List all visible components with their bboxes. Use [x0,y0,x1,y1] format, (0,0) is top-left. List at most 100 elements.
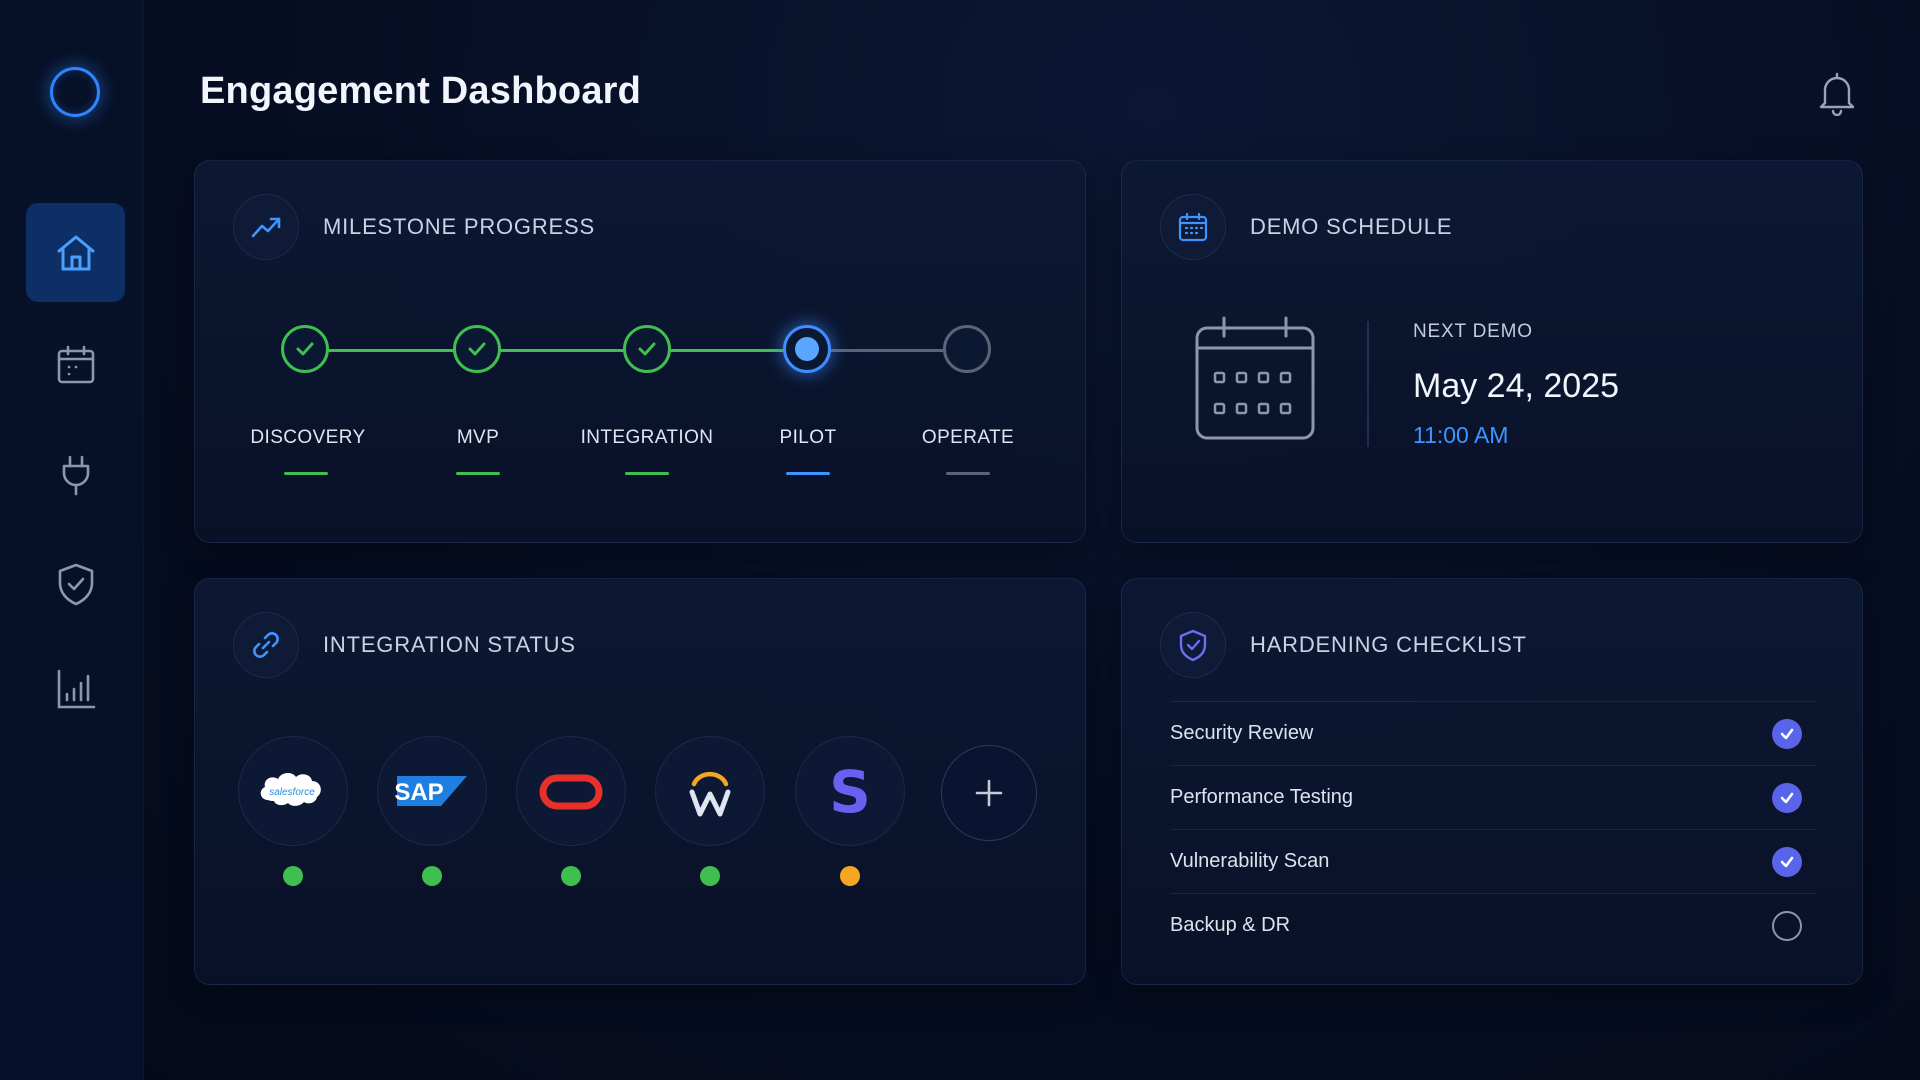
checkbox-checked[interactable] [1772,782,1802,813]
calendar-icon [1178,212,1208,242]
next-demo-label: NEXT DEMO [1413,321,1533,342]
sidebar [0,0,144,1080]
stage-underline [786,472,830,475]
sap-logo[interactable]: SAP [377,736,487,846]
calendar-illustration-icon [1195,316,1315,440]
integration-title: INTEGRATION STATUS [323,632,576,657]
workday-logo[interactable] [655,736,765,846]
checklist-item: Performance Testing [1170,765,1816,829]
stage-node-integration[interactable] [623,325,671,373]
stage-underline [284,472,328,475]
page-title: Engagement Dashboard [200,70,642,112]
oracle-logo[interactable] [516,736,626,846]
stage-node-pilot[interactable] [783,325,831,373]
svg-text:S: S [829,758,871,826]
salesforce-cloud-icon: salesforce [260,773,321,806]
add-integration-button[interactable] [941,745,1037,841]
bell-icon [1819,72,1855,117]
milestone-progress-card: MILESTONE PROGRESS DISCOVERY MVP INTEGRA… [194,160,1086,543]
bar-chart-icon [57,669,95,708]
stage-underline [946,472,990,475]
salesforce-logo[interactable]: salesforce [238,736,348,846]
demo-schedule-card: DEMO SCHEDULE NEXT DEMO May 24, 2025 11:… [1121,160,1863,543]
checklist-item-label: Performance Testing [1170,786,1354,808]
notifications-button[interactable] [1815,70,1859,117]
integration-workday[interactable] [655,736,765,886]
sidebar-item-security[interactable] [26,534,125,633]
stage-label: MVP [456,427,500,448]
integration-header: INTEGRATION STATUS [233,612,576,678]
hardening-checklist-card: HARDENING CHECKLIST Security Review Perf… [1121,578,1863,985]
home-icon [57,235,94,270]
checkbox-unchecked[interactable] [1772,910,1802,941]
current-stage-dot [795,337,819,361]
sap-logo-icon: SAP [394,776,467,806]
track-segment [477,349,647,352]
stripe-logo-icon: S [829,758,871,826]
stage-underline [625,472,669,475]
demo-title: DEMO SCHEDULE [1250,214,1453,239]
workday-logo-icon [689,771,731,817]
integration-oracle[interactable] [516,736,626,886]
shield-icon-badge [1160,612,1226,678]
stage-label: OPERATE [921,427,1015,448]
demo-divider [1367,321,1369,447]
status-dot-connected [561,866,581,886]
stage-label: PILOT [779,427,837,448]
stage-node-mvp[interactable] [453,325,501,373]
checklist-item: Security Review [1170,701,1816,765]
check-icon [296,342,314,356]
integration-status-card: INTEGRATION STATUS salesforce SAP S [194,578,1086,985]
integration-sap[interactable]: SAP [377,736,487,886]
integration-salesforce[interactable]: salesforce [238,736,348,886]
link-icon [253,632,279,658]
checkbox-checked[interactable] [1772,846,1802,877]
track-segment [305,349,477,352]
sidebar-item-calendar[interactable] [26,315,125,414]
plus-icon [975,779,1003,807]
shield-check-icon [1179,629,1207,662]
checklist-item-label: Backup & DR [1170,914,1291,936]
sidebar-item-analytics[interactable] [26,639,125,738]
status-dot-connected [422,866,442,886]
stage-label: INTEGRATION [580,427,714,448]
check-icon [638,342,656,356]
integration-stripe[interactable]: S [795,736,905,886]
logo-ring [50,67,100,117]
check-icon [1780,728,1794,739]
plug-icon [62,455,89,495]
oracle-logo-icon [539,774,603,810]
checkbox-checked[interactable] [1772,718,1802,749]
link-icon-badge [233,612,299,678]
stage-node-discovery[interactable] [281,325,329,373]
milestone-track: DISCOVERY MVP INTEGRATION PILOT OPERATE [195,161,1087,544]
calendar-icon [57,345,94,383]
checklist-item-label: Vulnerability Scan [1170,850,1330,872]
hardening-title: HARDENING CHECKLIST [1250,632,1527,657]
dashboard-app: Engagement Dashboard MILESTONE PROGRESS [0,0,1920,1080]
sidebar-item-integrations[interactable] [26,425,125,524]
stage-underline [456,472,500,475]
status-dot-connected [283,866,303,886]
next-demo-date: May 24, 2025 [1413,367,1620,405]
sidebar-item-home[interactable] [26,203,125,302]
calendar-icon-badge [1160,194,1226,260]
hardening-header: HARDENING CHECKLIST [1160,612,1527,678]
demo-header: DEMO SCHEDULE [1160,194,1452,260]
status-dot-pending [840,866,860,886]
stage-node-operate[interactable] [943,325,991,373]
checklist-item: Vulnerability Scan [1170,829,1816,893]
check-icon [1780,792,1794,803]
shield-check-icon [58,563,93,605]
check-icon [468,342,486,356]
stage-label: DISCOVERY [250,427,366,448]
svg-text:SAP: SAP [394,779,443,806]
checklist: Security Review Performance Testing Vuln… [1170,701,1816,957]
stripe-logo[interactable]: S [795,736,905,846]
status-dot-connected [700,866,720,886]
checklist-item-label: Security Review [1170,722,1314,744]
next-demo-time: 11:00 AM [1413,422,1509,448]
check-icon [1780,856,1794,867]
svg-text:salesforce: salesforce [269,787,315,798]
checklist-item: Backup & DR [1170,893,1816,957]
